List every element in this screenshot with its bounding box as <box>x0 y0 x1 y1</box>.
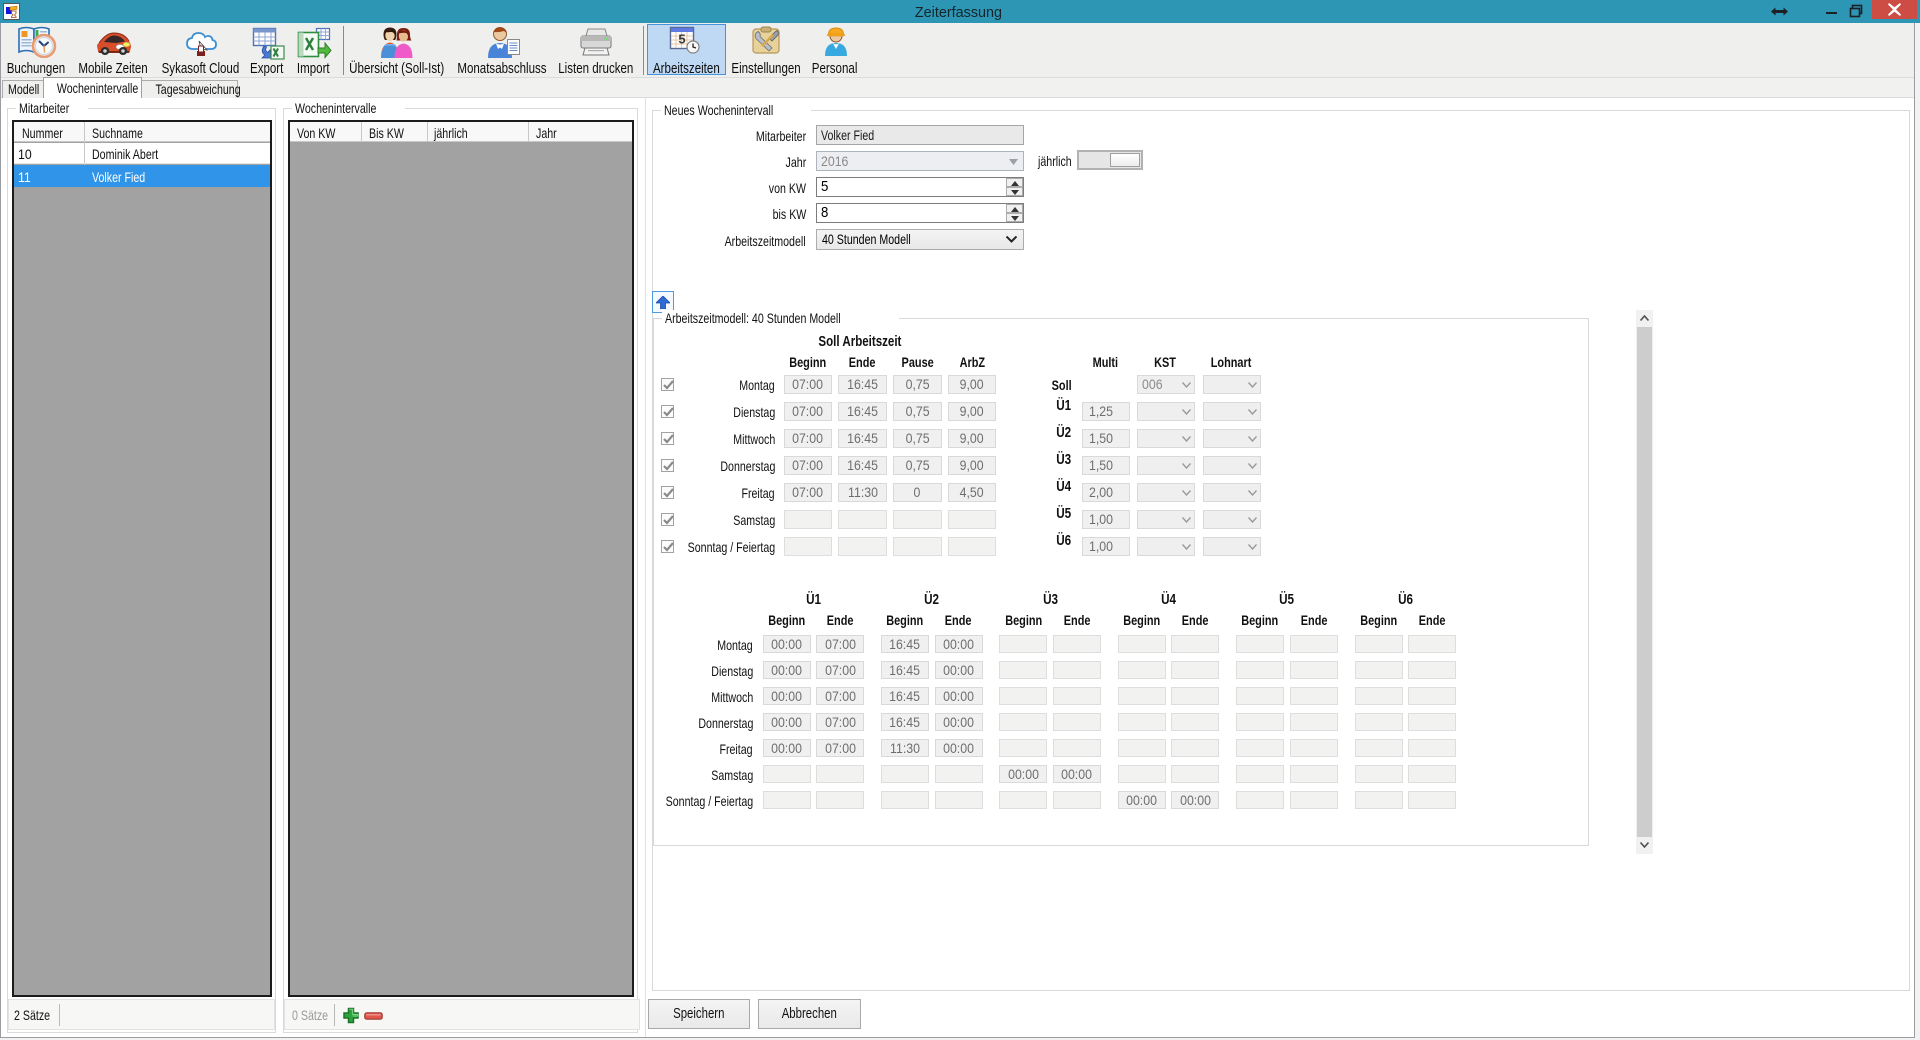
svg-text:5: 5 <box>678 32 685 47</box>
